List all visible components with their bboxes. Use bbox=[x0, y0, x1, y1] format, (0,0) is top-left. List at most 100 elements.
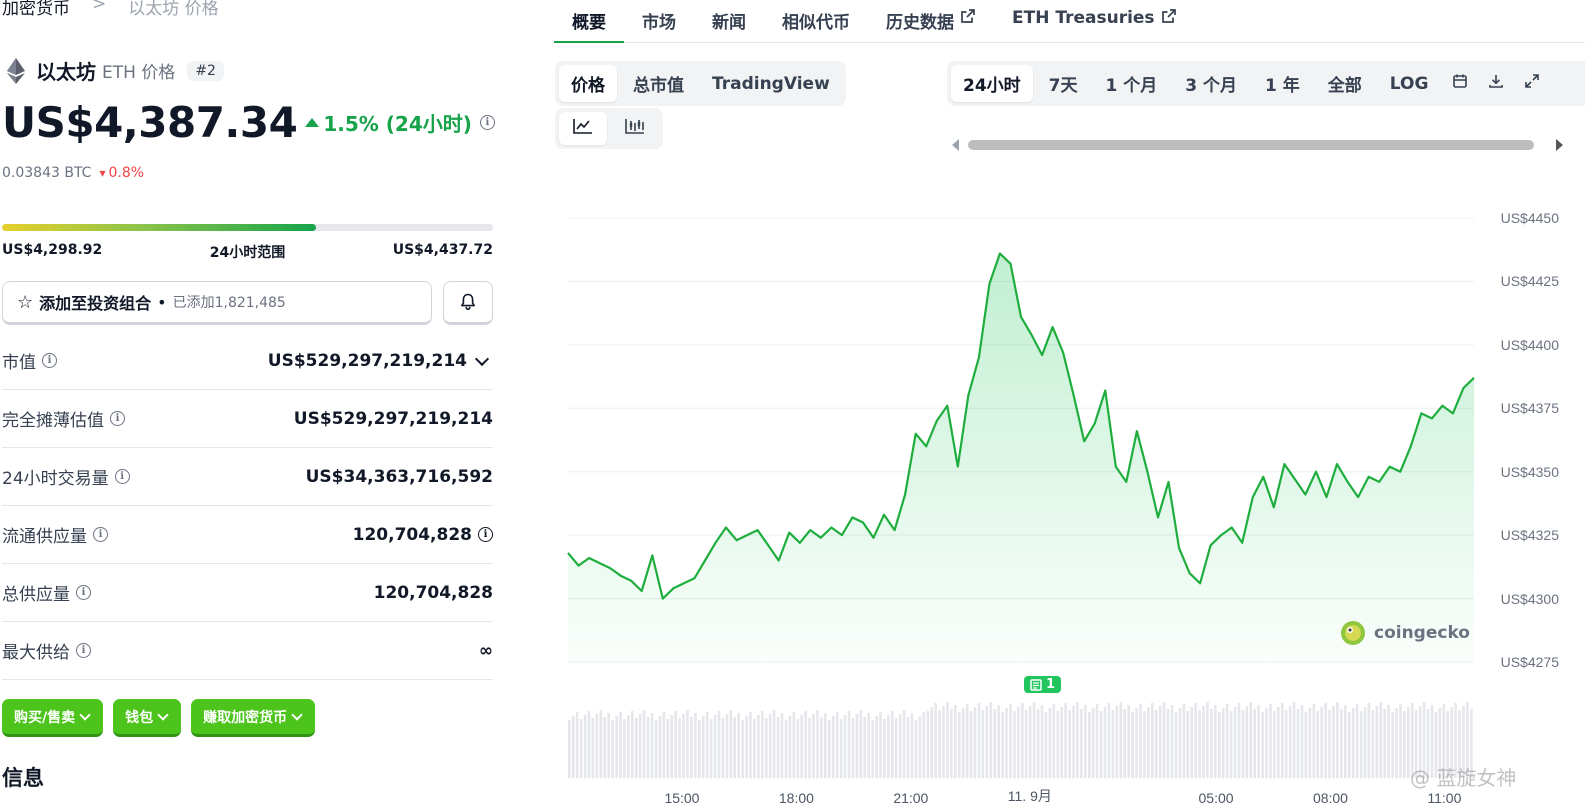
range-all[interactable]: 全部 bbox=[1316, 65, 1374, 102]
y-tick-label: US$4275 bbox=[1500, 654, 1559, 670]
volume-bar bbox=[922, 712, 926, 778]
volume-bar bbox=[654, 720, 658, 778]
info-icon[interactable]: i bbox=[110, 411, 125, 426]
stat-row-circulating-supply: 流通供应量 i 120,704,828 i bbox=[2, 506, 493, 564]
info-icon[interactable]: i bbox=[76, 643, 91, 658]
volume-bar bbox=[1139, 704, 1142, 778]
volume-bar bbox=[1324, 703, 1327, 778]
volume-bar bbox=[1399, 704, 1402, 778]
info-icon[interactable]: i bbox=[42, 353, 57, 368]
info-icon[interactable]: i bbox=[93, 527, 108, 542]
volume-bar bbox=[977, 703, 981, 778]
line-chart-button[interactable] bbox=[559, 112, 607, 145]
volume-bar bbox=[788, 716, 792, 778]
volume-bar bbox=[698, 720, 701, 778]
range-log[interactable]: LOG bbox=[1378, 68, 1441, 100]
volume-bar bbox=[1111, 710, 1115, 778]
breadcrumb-separator: > bbox=[92, 0, 107, 14]
volume-bar bbox=[575, 712, 579, 778]
volume-bar bbox=[650, 713, 654, 778]
candlestick-icon bbox=[625, 119, 644, 134]
coin-header: 以太坊 ETH 价格 #2 bbox=[6, 56, 224, 85]
volume-bar bbox=[808, 718, 811, 778]
breadcrumb-root-link[interactable]: 加密货币 bbox=[2, 0, 70, 19]
volume-bar bbox=[1355, 704, 1359, 778]
volume-bar bbox=[1060, 707, 1063, 778]
tab-label: 市场 bbox=[642, 13, 676, 33]
volume-bar bbox=[1281, 703, 1284, 778]
download-button[interactable] bbox=[1480, 67, 1512, 100]
chevron-down-icon[interactable] bbox=[474, 351, 490, 366]
volume-bar bbox=[1210, 709, 1213, 778]
volume-bar bbox=[1233, 707, 1237, 778]
coin-name: 以太坊 bbox=[36, 60, 96, 84]
volume-bar bbox=[1044, 712, 1048, 778]
tab-markets[interactable]: 市场 bbox=[624, 0, 694, 43]
tab-news[interactable]: 新闻 bbox=[694, 0, 764, 43]
chart-range-scrollbar[interactable] bbox=[950, 138, 1565, 152]
range-1y[interactable]: 1 年 bbox=[1253, 65, 1312, 102]
volume-bar bbox=[1158, 706, 1162, 778]
chevron-down-icon bbox=[157, 708, 169, 721]
earn-crypto-button[interactable]: 赚取加密货币 bbox=[191, 699, 316, 737]
volume-bar bbox=[918, 716, 922, 778]
add-to-portfolio-button[interactable]: ☆ 添加至投资组合 • 已添加1,821,485 bbox=[2, 281, 432, 325]
stat-label: 总供应量 bbox=[2, 585, 70, 605]
volume-bar bbox=[1229, 711, 1233, 778]
volume-bar bbox=[776, 717, 780, 778]
x-tick-label: 21:00 bbox=[893, 790, 929, 806]
volume-bar bbox=[1249, 702, 1253, 778]
range-3m[interactable]: 3 个月 bbox=[1173, 65, 1249, 102]
scroll-left-icon[interactable] bbox=[952, 139, 959, 151]
range-bar-24h bbox=[2, 224, 493, 231]
volume-bar bbox=[1170, 705, 1174, 778]
stat-label: 完全摊薄估值 bbox=[2, 411, 104, 431]
volume-bar bbox=[1300, 705, 1304, 778]
volume-bar bbox=[887, 715, 890, 778]
scroll-right-icon[interactable] bbox=[1556, 139, 1563, 151]
tab-similar-coins[interactable]: 相似代币 bbox=[764, 0, 868, 43]
volume-bar bbox=[583, 715, 587, 778]
news-marker[interactable]: 1 bbox=[1024, 676, 1062, 693]
info-icon[interactable]: i bbox=[478, 527, 493, 542]
volume-bar bbox=[1115, 706, 1119, 778]
info-icon[interactable]: i bbox=[76, 585, 91, 600]
wallet-button[interactable]: 钱包 bbox=[113, 699, 182, 737]
calendar-button[interactable] bbox=[1444, 67, 1476, 100]
candlestick-chart-button[interactable] bbox=[611, 112, 659, 145]
chevron-down-icon bbox=[291, 708, 303, 721]
info-icon[interactable]: i bbox=[479, 115, 495, 130]
brand-text: coingecko bbox=[1374, 623, 1470, 643]
chart-tab-price[interactable]: 价格 bbox=[559, 65, 617, 102]
current-price: US$4,387.34 bbox=[2, 98, 298, 147]
tab-historical-data[interactable]: 历史数据 bbox=[868, 0, 994, 43]
volume-bar bbox=[1072, 706, 1075, 778]
volume-bar bbox=[1332, 706, 1335, 778]
chart-tab-market-cap[interactable]: 总市值 bbox=[621, 65, 696, 102]
range-1m[interactable]: 1 个月 bbox=[1094, 65, 1170, 102]
fullscreen-button[interactable] bbox=[1516, 67, 1548, 100]
volume-bar bbox=[973, 707, 977, 778]
chart-tab-tradingview[interactable]: TradingView bbox=[700, 68, 842, 100]
volume-bar bbox=[1403, 711, 1406, 778]
range-7d[interactable]: 7天 bbox=[1037, 65, 1090, 102]
info-icon[interactable]: i bbox=[114, 469, 130, 484]
price-alert-button[interactable] bbox=[443, 281, 493, 325]
volume-bar bbox=[1241, 710, 1245, 778]
tab-label: ETH Treasuries bbox=[1012, 8, 1155, 28]
tab-eth-treasuries[interactable]: ETH Treasuries bbox=[994, 0, 1195, 43]
volume-bar bbox=[1194, 703, 1197, 778]
tab-overview[interactable]: 概要 bbox=[554, 0, 624, 43]
volume-bar bbox=[926, 711, 930, 778]
volume-bar bbox=[741, 720, 744, 778]
rank-badge: #2 bbox=[187, 60, 224, 81]
range-24h[interactable]: 24小时 bbox=[951, 65, 1033, 102]
volume-bar bbox=[658, 716, 662, 778]
volume-bar bbox=[1320, 707, 1323, 778]
buy-sell-button[interactable]: 购买/售卖 bbox=[2, 699, 104, 737]
breadcrumb: 加密货币 > 以太坊 价格 bbox=[2, 0, 219, 19]
volume-bar bbox=[851, 718, 855, 778]
scrollbar-thumb[interactable] bbox=[968, 140, 1534, 150]
y-tick-label: US$4300 bbox=[1500, 590, 1559, 607]
volume-bar bbox=[1143, 711, 1146, 778]
